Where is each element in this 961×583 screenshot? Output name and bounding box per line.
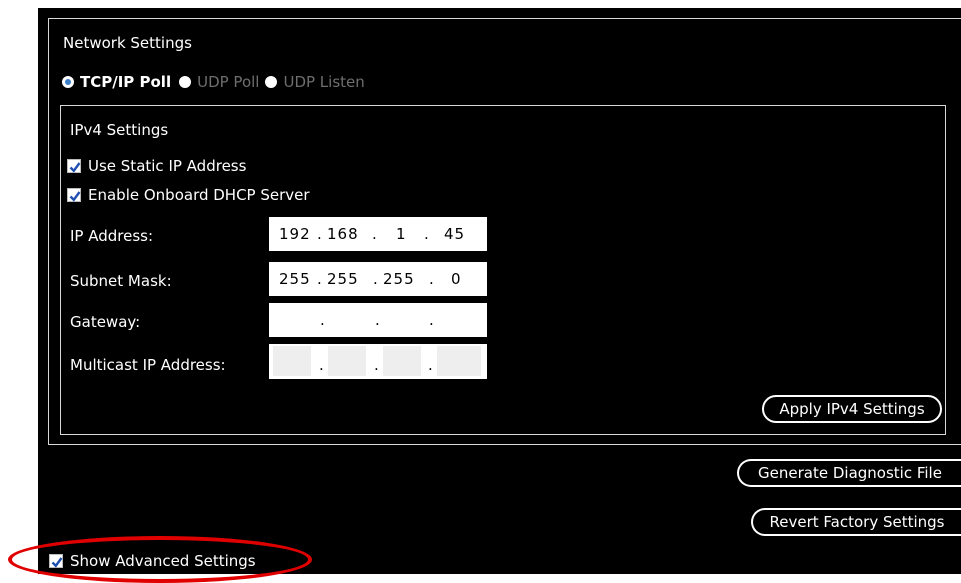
ip-dot: .	[424, 225, 430, 243]
multicast-dot: .	[319, 356, 324, 374]
ip-octet-4[interactable]: 45	[444, 225, 465, 243]
subnet-dot: .	[317, 270, 323, 288]
multicast-ip-label: Multicast IP Address:	[70, 356, 226, 374]
generate-diagnostic-file-button[interactable]: Generate Diagnostic File	[737, 459, 961, 487]
subnet-mask-input[interactable]: 255 . 255 . 255 . 0	[269, 262, 487, 296]
ip-dot: .	[372, 225, 378, 243]
multicast-octet-2[interactable]	[328, 346, 366, 376]
gateway-dot: .	[375, 311, 381, 329]
subnet-dot: .	[429, 270, 435, 288]
radio-udp-poll-icon[interactable]	[179, 76, 192, 88]
subnet-octet-4[interactable]: 0	[451, 270, 462, 288]
checkmark-icon	[69, 191, 81, 202]
enable-dhcp-label[interactable]: Enable Onboard DHCP Server	[88, 186, 310, 204]
ip-octet-1[interactable]: 192	[279, 225, 311, 243]
multicast-octet-3[interactable]	[383, 346, 421, 376]
subnet-mask-label: Subnet Mask:	[70, 272, 172, 290]
multicast-dot: .	[374, 356, 379, 374]
radio-tcpip-poll-label[interactable]: TCP/IP Poll	[80, 73, 171, 91]
gateway-label: Gateway:	[70, 313, 141, 331]
highlight-annotation-oval	[8, 536, 312, 583]
subnet-octet-2[interactable]: 255	[327, 270, 359, 288]
radio-tcpip-poll-icon[interactable]	[62, 76, 74, 88]
gateway-dot: .	[429, 311, 435, 329]
ip-address-label: IP Address:	[70, 227, 154, 245]
ip-octet-3[interactable]: 1	[396, 225, 407, 243]
ip-dot: .	[317, 225, 323, 243]
multicast-dot: .	[428, 356, 433, 374]
radio-udp-listen-label[interactable]: UDP Listen	[283, 73, 364, 91]
gateway-input[interactable]: . . .	[269, 303, 487, 337]
radio-udp-listen-icon[interactable]	[265, 76, 278, 88]
multicast-octet-4[interactable]	[437, 346, 481, 376]
subnet-dot: .	[373, 270, 379, 288]
enable-dhcp-checkbox[interactable]	[67, 188, 81, 202]
ipv4-settings-group	[60, 105, 946, 435]
apply-ipv4-settings-button[interactable]: Apply IPv4 Settings	[762, 395, 942, 423]
revert-factory-settings-button[interactable]: Revert Factory Settings	[751, 508, 961, 536]
checkmark-icon	[69, 162, 81, 173]
ipv4-settings-title: IPv4 Settings	[70, 121, 169, 139]
multicast-octet-1[interactable]	[273, 346, 311, 376]
gateway-dot: .	[320, 311, 326, 329]
ip-address-input[interactable]: 192 . 168 . 1 . 45	[269, 217, 487, 251]
radio-udp-poll-label[interactable]: UDP Poll	[197, 73, 259, 91]
use-static-ip-label[interactable]: Use Static IP Address	[88, 157, 246, 175]
subnet-octet-3[interactable]: 255	[383, 270, 415, 288]
use-static-ip-checkbox[interactable]	[67, 159, 81, 173]
network-settings-title: Network Settings	[63, 34, 192, 52]
subnet-octet-1[interactable]: 255	[279, 270, 311, 288]
connection-mode-group: TCP/IP Poll UDP Poll UDP Listen	[62, 71, 365, 93]
ip-octet-2[interactable]: 168	[327, 225, 359, 243]
